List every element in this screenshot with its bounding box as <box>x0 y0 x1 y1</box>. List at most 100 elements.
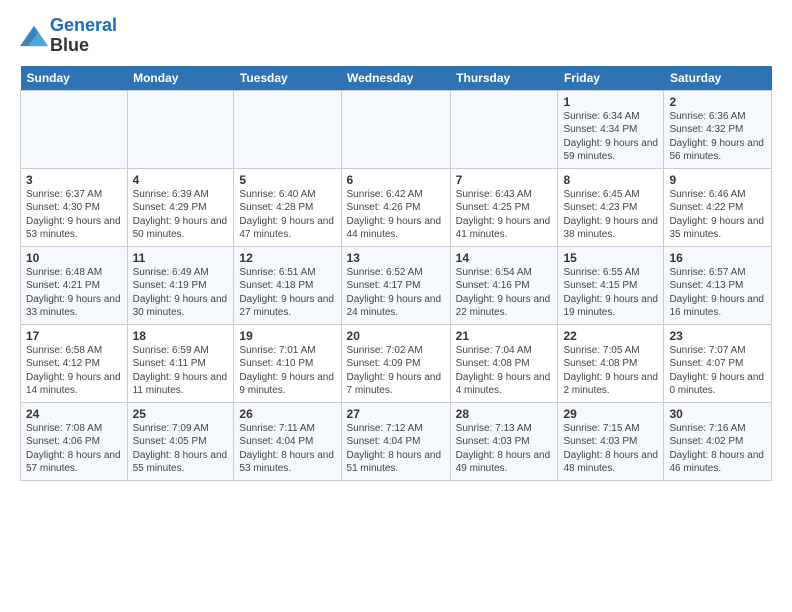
day-detail: Sunrise: 7:09 AM Sunset: 4:05 PM Dayligh… <box>133 422 229 476</box>
calendar-cell: 14Sunrise: 6:54 AM Sunset: 4:16 PM Dayli… <box>450 246 558 324</box>
calendar-cell: 19Sunrise: 7:01 AM Sunset: 4:10 PM Dayli… <box>234 324 341 402</box>
day-detail: Sunrise: 7:07 AM Sunset: 4:07 PM Dayligh… <box>669 344 766 398</box>
calendar-cell <box>341 90 450 168</box>
calendar-cell: 5Sunrise: 6:40 AM Sunset: 4:28 PM Daylig… <box>234 168 341 246</box>
day-number: 12 <box>239 251 335 265</box>
day-detail: Sunrise: 6:59 AM Sunset: 4:11 PM Dayligh… <box>133 344 229 398</box>
calendar-cell: 11Sunrise: 6:49 AM Sunset: 4:19 PM Dayli… <box>127 246 234 324</box>
week-row-3: 10Sunrise: 6:48 AM Sunset: 4:21 PM Dayli… <box>21 246 772 324</box>
day-detail: Sunrise: 7:05 AM Sunset: 4:08 PM Dayligh… <box>563 344 658 398</box>
logo-icon <box>20 24 48 48</box>
day-number: 3 <box>26 173 122 187</box>
day-number: 26 <box>239 407 335 421</box>
day-detail: Sunrise: 7:16 AM Sunset: 4:02 PM Dayligh… <box>669 422 766 476</box>
calendar-cell: 4Sunrise: 6:39 AM Sunset: 4:29 PM Daylig… <box>127 168 234 246</box>
day-detail: Sunrise: 6:39 AM Sunset: 4:29 PM Dayligh… <box>133 188 229 242</box>
calendar-cell: 22Sunrise: 7:05 AM Sunset: 4:08 PM Dayli… <box>558 324 664 402</box>
day-detail: Sunrise: 6:49 AM Sunset: 4:19 PM Dayligh… <box>133 266 229 320</box>
day-detail: Sunrise: 6:42 AM Sunset: 4:26 PM Dayligh… <box>347 188 445 242</box>
day-number: 23 <box>669 329 766 343</box>
calendar-cell: 24Sunrise: 7:08 AM Sunset: 4:06 PM Dayli… <box>21 402 128 480</box>
day-detail: Sunrise: 6:43 AM Sunset: 4:25 PM Dayligh… <box>456 188 553 242</box>
day-number: 19 <box>239 329 335 343</box>
calendar-cell: 9Sunrise: 6:46 AM Sunset: 4:22 PM Daylig… <box>664 168 772 246</box>
day-number: 9 <box>669 173 766 187</box>
day-number: 20 <box>347 329 445 343</box>
calendar-cell: 23Sunrise: 7:07 AM Sunset: 4:07 PM Dayli… <box>664 324 772 402</box>
day-detail: Sunrise: 7:02 AM Sunset: 4:09 PM Dayligh… <box>347 344 445 398</box>
calendar-cell <box>21 90 128 168</box>
day-number: 2 <box>669 95 766 109</box>
day-number: 5 <box>239 173 335 187</box>
calendar-cell: 13Sunrise: 6:52 AM Sunset: 4:17 PM Dayli… <box>341 246 450 324</box>
day-number: 16 <box>669 251 766 265</box>
day-detail: Sunrise: 6:57 AM Sunset: 4:13 PM Dayligh… <box>669 266 766 320</box>
day-number: 7 <box>456 173 553 187</box>
day-number: 25 <box>133 407 229 421</box>
day-number: 8 <box>563 173 658 187</box>
calendar-cell: 16Sunrise: 6:57 AM Sunset: 4:13 PM Dayli… <box>664 246 772 324</box>
day-detail: Sunrise: 7:04 AM Sunset: 4:08 PM Dayligh… <box>456 344 553 398</box>
day-number: 27 <box>347 407 445 421</box>
day-number: 14 <box>456 251 553 265</box>
calendar-cell: 3Sunrise: 6:37 AM Sunset: 4:30 PM Daylig… <box>21 168 128 246</box>
calendar-cell: 15Sunrise: 6:55 AM Sunset: 4:15 PM Dayli… <box>558 246 664 324</box>
day-detail: Sunrise: 7:08 AM Sunset: 4:06 PM Dayligh… <box>26 422 122 476</box>
day-number: 18 <box>133 329 229 343</box>
day-number: 17 <box>26 329 122 343</box>
day-detail: Sunrise: 7:12 AM Sunset: 4:04 PM Dayligh… <box>347 422 445 476</box>
day-number: 11 <box>133 251 229 265</box>
logo: General Blue <box>20 16 117 56</box>
logo-text: General Blue <box>50 16 117 56</box>
day-number: 24 <box>26 407 122 421</box>
day-number: 10 <box>26 251 122 265</box>
week-row-1: 1Sunrise: 6:34 AM Sunset: 4:34 PM Daylig… <box>21 90 772 168</box>
col-header-wednesday: Wednesday <box>341 66 450 91</box>
calendar-cell <box>127 90 234 168</box>
calendar-cell: 25Sunrise: 7:09 AM Sunset: 4:05 PM Dayli… <box>127 402 234 480</box>
week-row-2: 3Sunrise: 6:37 AM Sunset: 4:30 PM Daylig… <box>21 168 772 246</box>
calendar-cell <box>234 90 341 168</box>
col-header-monday: Monday <box>127 66 234 91</box>
col-header-friday: Friday <box>558 66 664 91</box>
day-number: 21 <box>456 329 553 343</box>
day-detail: Sunrise: 6:34 AM Sunset: 4:34 PM Dayligh… <box>563 110 658 164</box>
day-detail: Sunrise: 7:01 AM Sunset: 4:10 PM Dayligh… <box>239 344 335 398</box>
day-detail: Sunrise: 6:51 AM Sunset: 4:18 PM Dayligh… <box>239 266 335 320</box>
day-detail: Sunrise: 6:48 AM Sunset: 4:21 PM Dayligh… <box>26 266 122 320</box>
header: General Blue <box>20 16 772 56</box>
day-number: 13 <box>347 251 445 265</box>
page: General Blue SundayMondayTuesdayWednesda… <box>0 0 792 491</box>
day-number: 30 <box>669 407 766 421</box>
col-header-thursday: Thursday <box>450 66 558 91</box>
calendar-cell: 29Sunrise: 7:15 AM Sunset: 4:03 PM Dayli… <box>558 402 664 480</box>
calendar-cell: 30Sunrise: 7:16 AM Sunset: 4:02 PM Dayli… <box>664 402 772 480</box>
col-header-tuesday: Tuesday <box>234 66 341 91</box>
day-detail: Sunrise: 7:15 AM Sunset: 4:03 PM Dayligh… <box>563 422 658 476</box>
day-number: 15 <box>563 251 658 265</box>
calendar-cell: 21Sunrise: 7:04 AM Sunset: 4:08 PM Dayli… <box>450 324 558 402</box>
calendar-cell: 10Sunrise: 6:48 AM Sunset: 4:21 PM Dayli… <box>21 246 128 324</box>
calendar-cell: 17Sunrise: 6:58 AM Sunset: 4:12 PM Dayli… <box>21 324 128 402</box>
calendar-cell: 7Sunrise: 6:43 AM Sunset: 4:25 PM Daylig… <box>450 168 558 246</box>
day-detail: Sunrise: 6:55 AM Sunset: 4:15 PM Dayligh… <box>563 266 658 320</box>
header-row: SundayMondayTuesdayWednesdayThursdayFrid… <box>21 66 772 91</box>
calendar-cell: 27Sunrise: 7:12 AM Sunset: 4:04 PM Dayli… <box>341 402 450 480</box>
day-detail: Sunrise: 6:46 AM Sunset: 4:22 PM Dayligh… <box>669 188 766 242</box>
day-number: 29 <box>563 407 658 421</box>
week-row-4: 17Sunrise: 6:58 AM Sunset: 4:12 PM Dayli… <box>21 324 772 402</box>
day-detail: Sunrise: 6:54 AM Sunset: 4:16 PM Dayligh… <box>456 266 553 320</box>
day-detail: Sunrise: 6:36 AM Sunset: 4:32 PM Dayligh… <box>669 110 766 164</box>
day-detail: Sunrise: 6:58 AM Sunset: 4:12 PM Dayligh… <box>26 344 122 398</box>
day-number: 1 <box>563 95 658 109</box>
col-header-saturday: Saturday <box>664 66 772 91</box>
day-number: 28 <box>456 407 553 421</box>
day-detail: Sunrise: 7:11 AM Sunset: 4:04 PM Dayligh… <box>239 422 335 476</box>
calendar-cell: 1Sunrise: 6:34 AM Sunset: 4:34 PM Daylig… <box>558 90 664 168</box>
calendar-cell: 2Sunrise: 6:36 AM Sunset: 4:32 PM Daylig… <box>664 90 772 168</box>
day-detail: Sunrise: 7:13 AM Sunset: 4:03 PM Dayligh… <box>456 422 553 476</box>
calendar-cell: 6Sunrise: 6:42 AM Sunset: 4:26 PM Daylig… <box>341 168 450 246</box>
calendar-cell: 20Sunrise: 7:02 AM Sunset: 4:09 PM Dayli… <box>341 324 450 402</box>
calendar-cell: 8Sunrise: 6:45 AM Sunset: 4:23 PM Daylig… <box>558 168 664 246</box>
day-number: 22 <box>563 329 658 343</box>
